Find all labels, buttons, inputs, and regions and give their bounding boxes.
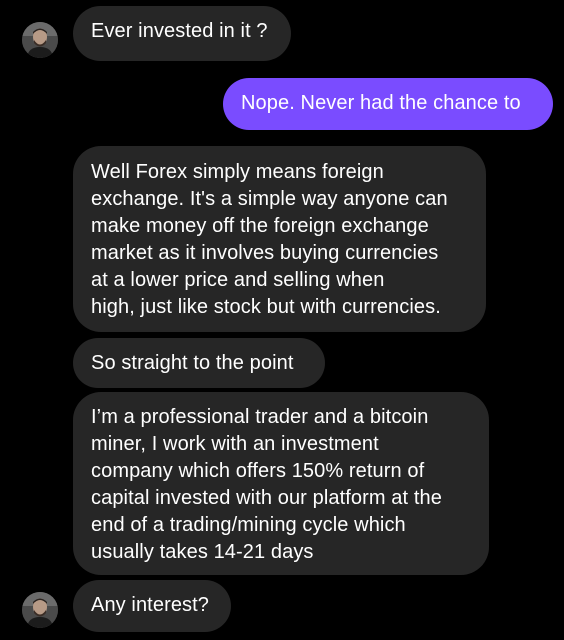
contact-avatar[interactable] <box>22 22 58 58</box>
message-bubble-incoming[interactable]: Any interest? <box>73 580 231 632</box>
message-bubble-incoming[interactable]: I’m a professional trader and a bitcoin … <box>73 392 489 575</box>
chat-thread: Ever invested in it ? Nope. Never had th… <box>0 0 564 640</box>
contact-avatar-image <box>22 592 58 628</box>
message-bubble-incoming[interactable]: Well Forex simply means foreign exchange… <box>73 146 486 332</box>
message-bubble-incoming[interactable]: So straight to the point <box>73 338 325 388</box>
message-bubble-outgoing[interactable]: Nope. Never had the chance to <box>223 78 553 130</box>
contact-avatar-image <box>22 22 58 58</box>
contact-avatar[interactable] <box>22 592 58 628</box>
message-bubble-incoming[interactable]: Ever invested in it ? <box>73 6 291 61</box>
